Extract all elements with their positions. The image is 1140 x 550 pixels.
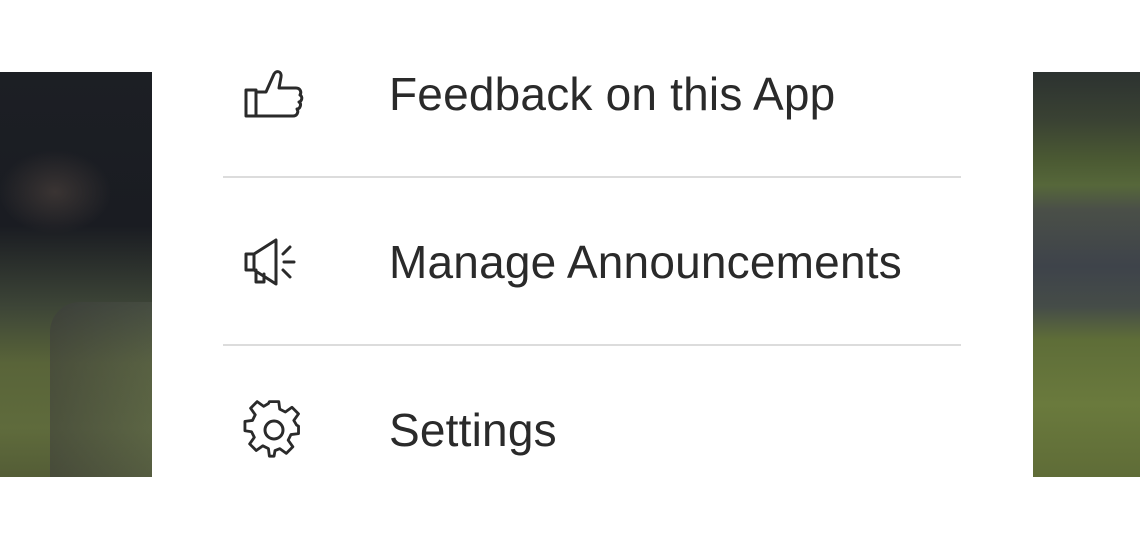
screen: Feedback on this App Manage Announcement… <box>0 0 1140 550</box>
background-photo-left <box>0 72 152 477</box>
menu-item-label: Settings <box>389 404 557 456</box>
menu-item-label: Feedback on this App <box>389 68 836 120</box>
thumbs-up-icon <box>242 62 306 126</box>
menu-item-manage-announcements[interactable]: Manage Announcements <box>152 222 1033 302</box>
menu-item-settings[interactable]: Settings <box>152 390 1033 470</box>
overflow-menu: Feedback on this App Manage Announcement… <box>152 0 1033 550</box>
menu-item-label: Manage Announcements <box>389 236 902 288</box>
divider <box>223 176 961 178</box>
menu-item-feedback[interactable]: Feedback on this App <box>152 54 1033 134</box>
divider <box>223 344 961 346</box>
megaphone-icon <box>242 230 306 294</box>
background-photo-right <box>1033 72 1140 477</box>
gear-icon <box>242 398 306 462</box>
